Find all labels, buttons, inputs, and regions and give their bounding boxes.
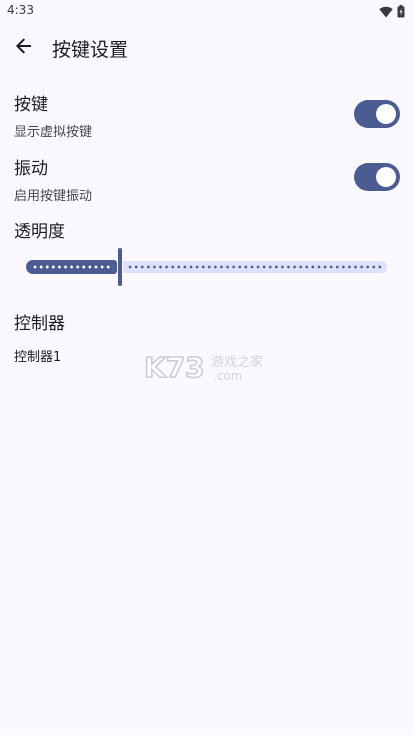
slider-handle[interactable]: [118, 248, 122, 286]
status-bar: 4:33: [0, 0, 413, 22]
opacity-setting-title: 透明度: [14, 222, 65, 242]
switch-thumb: [376, 104, 396, 124]
vibration-setting-title: 振动: [14, 159, 48, 179]
opacity-slider[interactable]: [26, 248, 387, 286]
watermark-logo: K73 游戏之家 .com: [143, 350, 273, 385]
battery-icon: [397, 3, 405, 22]
vibration-toggle-switch[interactable]: [354, 163, 400, 191]
settings-screen: 4:33 按键设置 按键 显示虚拟按键 振动 启用按键振动 透明度 控制器 控制…: [0, 0, 413, 735]
slider-tick-marks-inactive: [127, 265, 381, 269]
switch-thumb: [376, 167, 396, 187]
wifi-icon: [379, 3, 393, 22]
slider-tick-marks-active: [32, 265, 113, 269]
status-time: 4:33: [7, 3, 34, 17]
arrow-back-icon: [15, 37, 33, 59]
back-button[interactable]: [10, 34, 38, 62]
controller-item[interactable]: 控制器1: [14, 346, 61, 365]
keys-toggle-switch[interactable]: [354, 100, 400, 128]
vibration-setting-summary: 启用按键振动: [14, 189, 93, 204]
keys-setting-summary: 显示虚拟按键: [14, 125, 93, 140]
svg-text:K73: K73: [144, 351, 205, 384]
keys-setting-title: 按键: [14, 95, 48, 115]
page-title: 按键设置: [52, 39, 129, 61]
controllers-category-title: 控制器: [14, 314, 65, 334]
svg-text:.com: .com: [213, 369, 242, 383]
svg-text:游戏之家: 游戏之家: [211, 354, 263, 370]
app-bar: 按键设置: [0, 22, 413, 74]
status-icons: [379, 3, 405, 22]
